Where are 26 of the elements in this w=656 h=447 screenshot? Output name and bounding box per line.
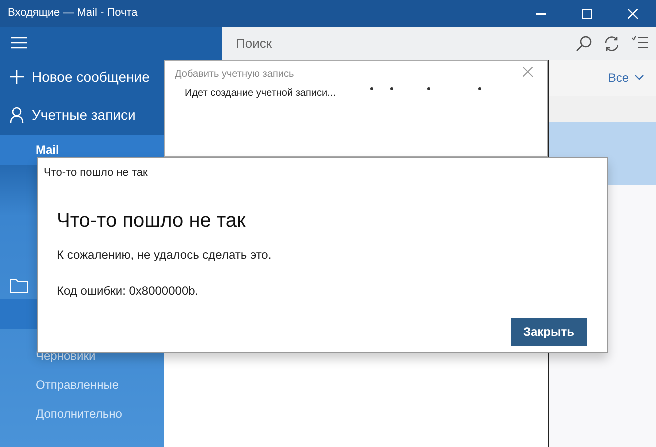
filter-dropdown[interactable]: Все xyxy=(549,60,656,96)
person-icon xyxy=(10,107,24,123)
dialog-caption: Что-то пошло не так xyxy=(43,166,149,181)
search-icon[interactable] xyxy=(576,36,592,52)
close-icon xyxy=(628,8,638,18)
folder-icon[interactable] xyxy=(10,277,28,293)
folder-item[interactable]: Дополнительно xyxy=(0,399,164,428)
maximize-icon xyxy=(582,8,592,18)
progress-message: Идет создание учетной записи... xyxy=(185,87,336,101)
search-field[interactable]: Поиск xyxy=(222,27,656,60)
chevron-icon xyxy=(635,75,644,81)
accounts-button[interactable]: Учетные записи xyxy=(0,95,164,135)
close-dialog-button[interactable]: Закрыть xyxy=(511,318,587,346)
close-icon[interactable] xyxy=(523,67,533,77)
folder-item[interactable]: Отправленные xyxy=(0,370,164,399)
sync-icon[interactable] xyxy=(604,36,620,52)
new-message-button[interactable]: Новое сообщение xyxy=(0,59,164,95)
plus-icon xyxy=(10,70,24,84)
error-message: К сожалению, не удалось сделать это. xyxy=(56,246,273,264)
window-title: Входящие — Mail - Почта xyxy=(8,6,138,22)
error-code: Код ошибки: 0x8000000b. xyxy=(56,282,200,300)
error-heading: Что-то пошло не так xyxy=(56,208,247,234)
search-input[interactable]: Поиск xyxy=(236,34,576,54)
select-list-icon[interactable] xyxy=(632,36,648,50)
minimize-icon xyxy=(536,12,546,14)
dialog-title: Добавить учетную запись xyxy=(175,68,294,82)
